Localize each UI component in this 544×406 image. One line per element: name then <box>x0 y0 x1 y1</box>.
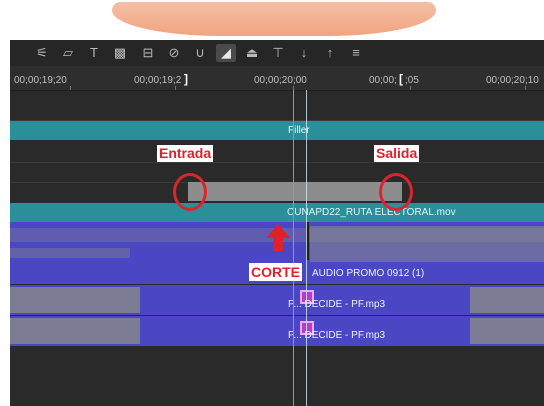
audio-waveform <box>310 226 544 262</box>
entrada-circle <box>173 173 207 211</box>
snap-icon[interactable]: ⏏ <box>242 44 262 62</box>
timecode-label: ;05 <box>405 75 419 86</box>
audio-main-label: AUDIO PROMO 0912 (1) <box>312 268 425 279</box>
timecode-label: 00;00;20;10 <box>486 75 539 86</box>
align-icon[interactable]: ≡ <box>346 44 366 62</box>
audio-waveform <box>10 318 140 344</box>
film-icon[interactable]: ▩ <box>110 44 130 62</box>
ripple-icon[interactable]: ∪ <box>190 44 210 62</box>
timecode-label: 00;00;19;20 <box>14 75 67 86</box>
audio-waveform <box>10 287 140 313</box>
disable-icon[interactable]: ⊘ <box>164 44 184 62</box>
video-clip[interactable]: CUNAPD22_RUTA ELECTORAL.mov <box>10 203 544 222</box>
ruler-tick <box>175 86 176 90</box>
empty-track <box>10 91 544 120</box>
ruler-tick <box>410 86 411 90</box>
empty-track <box>10 163 544 182</box>
playhead[interactable] <box>293 90 294 406</box>
in-out-selection[interactable] <box>188 182 402 201</box>
top-banner <box>0 0 544 40</box>
arrow-up-icon[interactable]: ↑ <box>320 44 340 62</box>
cut-arrow <box>266 224 290 238</box>
salida-circle <box>379 173 413 211</box>
timeline-toolbar: ⚟ ▱ T ▩ ⊟ ⊘ ∪ ◢ ⏏ ⊤ ↓ ↑ ≡ <box>10 40 544 67</box>
time-ruler[interactable]: 00;00;19;20 00;00;19;2 ] 00;00;20;00 00;… <box>10 66 544 91</box>
empty-track <box>10 346 544 406</box>
ruler-tick <box>525 86 526 90</box>
audio-waveform <box>470 287 544 313</box>
audio-waveform <box>10 248 130 258</box>
arrow-down-icon[interactable]: ↓ <box>294 44 314 62</box>
eraser-icon[interactable]: ▱ <box>58 44 78 62</box>
text-tool-icon[interactable]: T <box>84 44 104 62</box>
in-point-bracket: ] <box>184 72 188 86</box>
sliders-icon[interactable]: ⚟ <box>32 44 52 62</box>
salida-annotation: Salida <box>374 145 420 162</box>
corte-annotation: CORTE <box>249 263 302 281</box>
cut-arrow-stem <box>273 237 283 251</box>
video-clip-label: CUNAPD22_RUTA ELECTORAL.mov <box>287 207 456 218</box>
timecode-label: 00;00; <box>369 75 397 86</box>
audio-clip-label: P... DECIDE - PF.mp3 <box>288 299 386 310</box>
out-point-bracket: [ <box>399 72 403 86</box>
audio-clip-label: P... DECIDE - PF.mp3 <box>288 330 386 341</box>
timecode-label: 00;00;19;2 <box>134 75 182 86</box>
cursor-line <box>306 90 307 406</box>
speed-icon[interactable]: ⊟ <box>138 44 158 62</box>
timecode-label: 00;00;20;00 <box>254 75 307 86</box>
marker-icon[interactable]: ⊤ <box>268 44 288 62</box>
filler-clip[interactable]: Filler <box>10 121 544 140</box>
banner-graphic <box>112 2 436 36</box>
timeline-editor: ⚟ ▱ T ▩ ⊟ ⊘ ∪ ◢ ⏏ ⊤ ↓ ↑ ≡ 00;00;19;20 00… <box>10 40 544 406</box>
ruler-tick <box>70 86 71 90</box>
audio-waveform <box>470 318 544 344</box>
entrada-annotation: Entrada <box>157 145 214 162</box>
audio-clip-2[interactable]: P... DECIDE - PF.mp3 <box>10 316 544 346</box>
empty-track <box>10 140 544 162</box>
audio-clip-1[interactable]: P... DECIDE - PF.mp3 <box>10 285 544 315</box>
volume-icon[interactable]: ◢ <box>216 44 236 62</box>
